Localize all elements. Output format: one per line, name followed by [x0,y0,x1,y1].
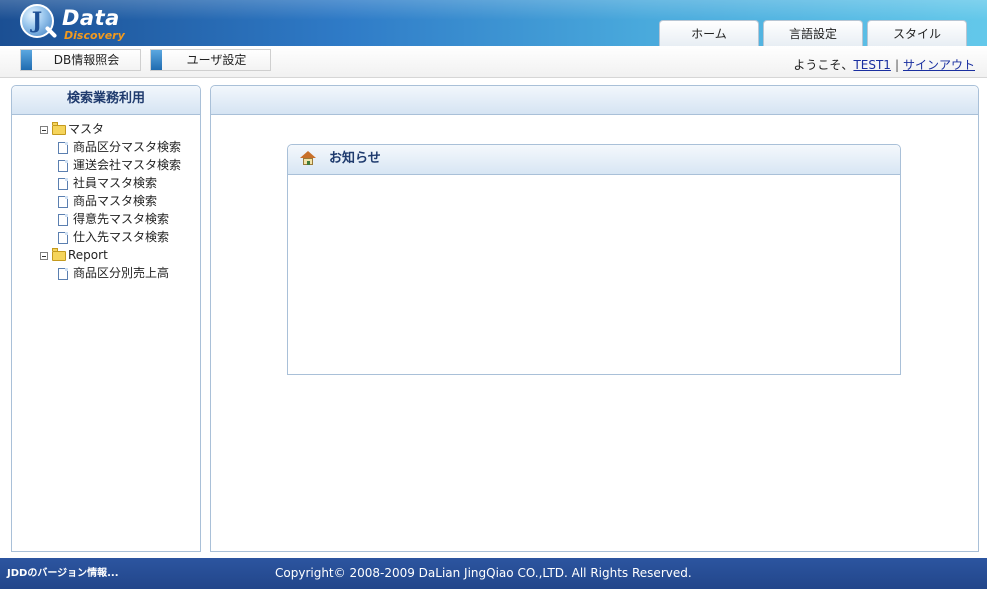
menu-accent-bar [21,50,32,70]
sidebar-panel: 検索業務利用 マスタ 商品区分マスタ検索 運送会社マスタ検索 社員マスタ検索 商… [11,85,201,552]
tree-item-sales-by-category[interactable]: 商品区分別売上高 [40,264,181,282]
tree-folder-master[interactable]: マスタ [40,120,181,138]
document-icon [58,213,68,226]
user-link[interactable]: TEST1 [853,58,891,72]
home-icon [300,151,316,167]
collapse-icon[interactable] [40,251,48,260]
tree-folder-label: Report [68,248,108,262]
tree-item-label: 運送会社マスタ検索 [73,158,182,172]
document-icon [58,159,68,172]
app-footer: JDDのバージョン情報... Copyright© 2008-2009 DaLi… [0,558,987,589]
db-info-inquiry-label: DB情報照会 [53,53,120,67]
document-icon [58,195,68,208]
collapse-icon[interactable] [40,125,48,134]
top-nav-tabs: ホーム 言語設定 スタイル [659,20,967,46]
tab-language-settings[interactable]: 言語設定 [763,20,863,46]
tree-item-product-category-search[interactable]: 商品区分マスタ検索 [40,138,181,156]
folder-open-icon [52,121,66,135]
main-content-panel: お知らせ [210,85,979,552]
welcome-area: ようこそ、TEST1 | サインアウト [793,56,975,73]
header-gloss [0,0,987,20]
tree-folder-report[interactable]: Report [40,246,181,264]
tree-folder-label: マスタ [68,122,105,136]
tree-item-label: 得意先マスタ検索 [73,212,170,226]
sidebar-title: 検索業務利用 [12,86,200,115]
welcome-text: ようこそ、 [793,58,854,72]
version-info-link[interactable]: JDDのバージョン情報... [7,558,119,589]
user-settings-label: ユーザ設定 [186,53,247,67]
logo-data-text: Data [62,6,120,30]
main-panel-header [211,86,978,115]
jdd-logo[interactable]: J Data Discovery [18,2,138,46]
copyright-text: Copyright© 2008-2009 DaLian JingQiao CO.… [275,566,692,580]
document-icon [58,141,68,154]
menu-accent-bar [151,50,162,70]
tree-item-label: 商品マスタ検索 [73,194,158,208]
menu-toolbar: DB情報照会 ユーザ設定 ようこそ、TEST1 | サインアウト [0,46,987,78]
app-header: J Data Discovery ホーム 言語設定 スタイル [0,0,987,46]
notice-header: お知らせ [288,145,900,175]
folder-open-icon [52,247,66,261]
tree-item-product-search[interactable]: 商品マスタ検索 [40,192,181,210]
tree-item-customer-search[interactable]: 得意先マスタ検索 [40,210,181,228]
logo-discovery-text: Discovery [64,29,125,42]
document-icon [58,267,68,280]
tree-item-label: 商品区分別売上高 [73,266,170,280]
tree-item-carrier-search[interactable]: 運送会社マスタ検索 [40,156,181,174]
tree-item-label: 商品区分マスタ検索 [73,140,182,154]
tree-item-label: 仕入先マスタ検索 [73,230,170,244]
tree-item-supplier-search[interactable]: 仕入先マスタ検索 [40,228,181,246]
user-settings-button[interactable]: ユーザ設定 [150,49,271,71]
menu-tree: マスタ 商品区分マスタ検索 運送会社マスタ検索 社員マスタ検索 商品マスタ検索 … [40,120,181,282]
tab-home[interactable]: ホーム [659,20,759,46]
document-icon [58,231,68,244]
link-separator: | [894,58,899,72]
tree-item-employee-search[interactable]: 社員マスタ検索 [40,174,181,192]
notice-title: お知らせ [329,151,381,166]
document-icon [58,177,68,190]
signout-link[interactable]: サインアウト [903,58,975,72]
db-info-inquiry-button[interactable]: DB情報照会 [20,49,141,71]
notice-box: お知らせ [287,144,901,375]
tab-style[interactable]: スタイル [867,20,967,46]
tree-item-label: 社員マスタ検索 [73,176,158,190]
